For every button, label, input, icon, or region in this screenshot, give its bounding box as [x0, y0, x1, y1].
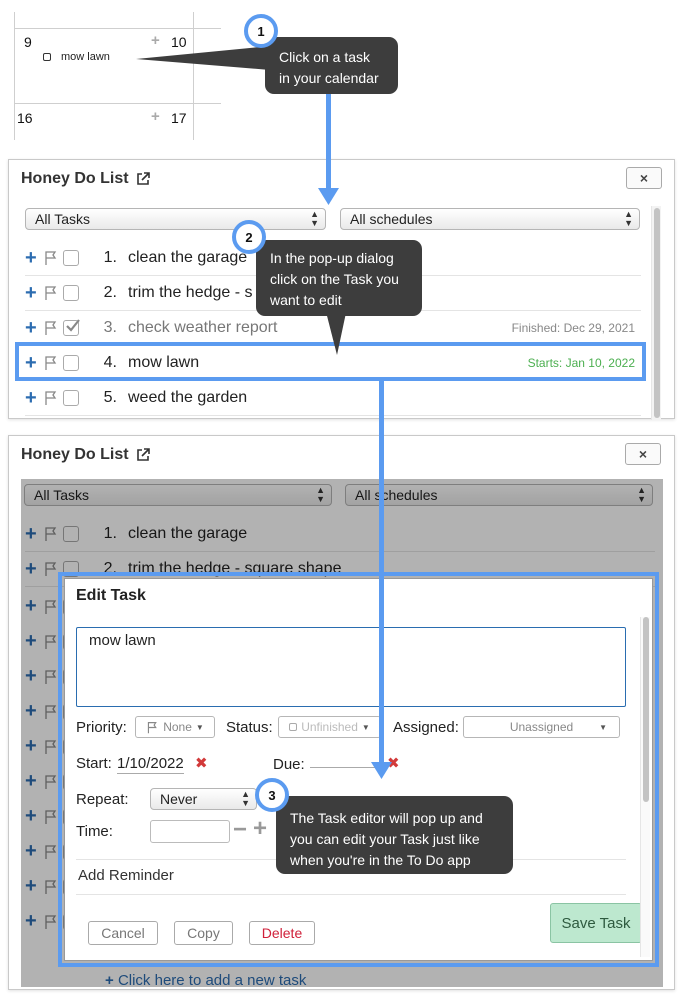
task-finished-date: Finished: Dec 29, 2021	[511, 321, 635, 335]
callout-text: you can edit your Task just like	[290, 831, 480, 847]
task-checkbox[interactable]	[63, 250, 79, 266]
scrollbar-thumb[interactable]	[654, 208, 660, 418]
arrow-head-icon	[371, 762, 392, 779]
connector-line	[379, 381, 384, 766]
flag-icon[interactable]	[43, 390, 59, 406]
task-number: 2.	[103, 284, 117, 301]
task-number: 5.	[103, 389, 117, 406]
add-subtask-icon[interactable]: +	[25, 318, 41, 338]
connector-line	[326, 90, 331, 193]
checkbox-icon[interactable]	[43, 53, 51, 61]
callout-step-2: In the pop-up dialog click on the Task y…	[256, 240, 422, 316]
highlight-box-editor	[58, 572, 659, 967]
schedules-filter-value: All schedules	[350, 211, 433, 227]
calendar-day-9[interactable]: 9	[24, 34, 32, 50]
step-badge-1: 1	[244, 14, 278, 48]
callout-text: when you're in the To Do app	[290, 852, 471, 868]
callout-text: in your calendar	[279, 70, 379, 86]
flag-icon[interactable]	[43, 320, 59, 336]
schedules-filter-select[interactable]: All schedules ▲ ▼	[340, 208, 640, 230]
flag-icon[interactable]	[43, 250, 59, 266]
callout-text: want to edit	[270, 292, 342, 308]
add-subtask-icon[interactable]: +	[25, 283, 41, 303]
calendar-gridline	[14, 12, 15, 140]
external-link-icon[interactable]	[135, 171, 151, 187]
calendar-task-label[interactable]: mow lawn	[61, 51, 110, 63]
callout-text: The Task editor will pop up and	[290, 810, 483, 826]
task-row[interactable]: + 5. weed the garden	[25, 381, 641, 416]
dialog-title-text: Honey Do List	[21, 170, 129, 187]
callout-text: click on the Task you	[270, 271, 399, 287]
close-button[interactable]: ×	[625, 443, 661, 465]
task-text[interactable]: trim the hedge - s	[128, 284, 253, 302]
step-badge-3: 3	[255, 778, 289, 812]
task-number: 1.	[103, 249, 117, 266]
select-arrows-icon: ▲ ▼	[310, 209, 319, 228]
close-button[interactable]: ×	[626, 167, 662, 189]
add-subtask-icon[interactable]: +	[25, 388, 41, 408]
task-number: 3.	[103, 319, 117, 336]
scrollbar[interactable]	[651, 206, 661, 420]
flag-icon[interactable]	[43, 285, 59, 301]
callout-text: In the pop-up dialog	[270, 250, 394, 266]
external-link-icon[interactable]	[135, 447, 151, 463]
task-text[interactable]: clean the garage	[128, 249, 247, 267]
step-badge-2: 2	[232, 220, 266, 254]
calendar-add-icon[interactable]: +	[151, 108, 160, 125]
task-checkbox[interactable]	[63, 390, 79, 406]
callout-step-3: The Task editor will pop up and you can …	[276, 796, 513, 874]
arrow-head-icon	[318, 188, 339, 205]
select-arrows-icon: ▲ ▼	[624, 209, 633, 228]
calendar-day-17[interactable]: 17	[171, 110, 187, 126]
calendar-task-item[interactable]: mow lawn	[43, 51, 110, 63]
dialog-title: Honey Do List	[21, 446, 151, 464]
task-checkbox[interactable]	[63, 285, 79, 301]
calendar-day-16[interactable]: 16	[17, 110, 33, 126]
dialog-title-text: Honey Do List	[21, 446, 129, 463]
add-subtask-icon[interactable]: +	[25, 248, 41, 268]
task-text[interactable]: check weather report	[128, 319, 277, 337]
tasks-filter-value: All Tasks	[35, 211, 90, 227]
task-text[interactable]: weed the garden	[128, 389, 247, 407]
calendar-gridline	[14, 103, 221, 104]
task-checkbox-checked[interactable]	[63, 319, 80, 336]
dialog-title: Honey Do List	[21, 170, 151, 188]
callout-step-1: Click on a task in your calendar	[265, 37, 398, 94]
checkmark-icon	[66, 319, 80, 332]
calendar-gridline	[14, 28, 221, 29]
callout-text: Click on a task	[279, 49, 371, 65]
tasks-filter-select[interactable]: All Tasks ▲ ▼	[25, 208, 326, 230]
